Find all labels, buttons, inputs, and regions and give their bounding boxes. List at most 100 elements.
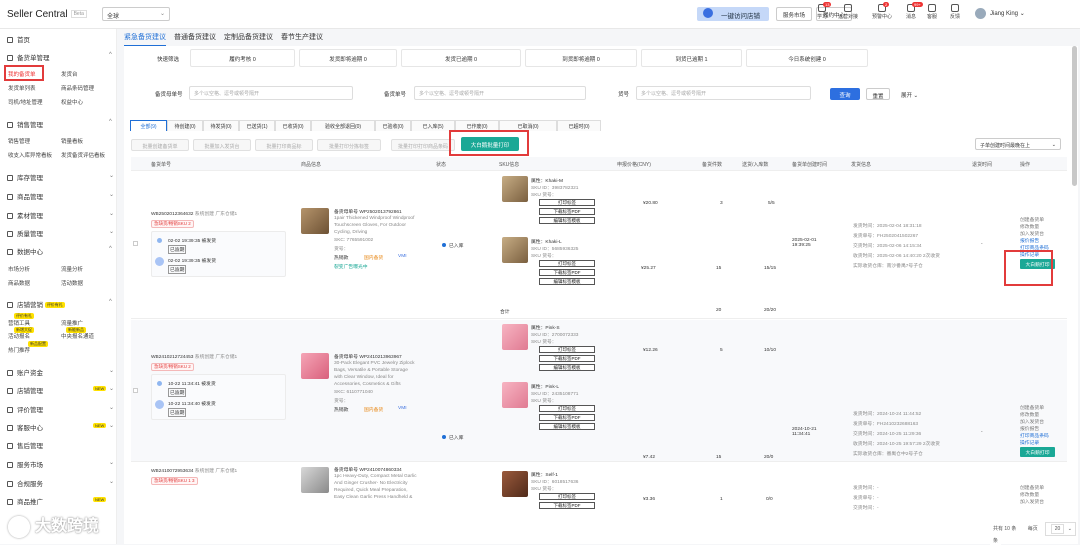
sidebar-item-activity-data[interactable]: 活动数据 (61, 279, 83, 287)
page-size-select[interactable]: 20 ⌄ (1044, 522, 1076, 536)
sidebar-item-barcode[interactable]: 商品条码管理 (61, 84, 94, 92)
sidebar-item-product-data[interactable]: 商品数据 (8, 279, 30, 287)
sidebar-group-ads[interactable]: 商品推广 NEW (7, 496, 107, 506)
print-label-button[interactable]: 打印标签 (539, 199, 595, 206)
edit-qty-link[interactable]: 修改数量 (1020, 223, 1039, 230)
edit-template-button[interactable]: 编辑标签模板 (539, 217, 595, 224)
batch-print-product-button[interactable]: 批量打印商品标 (255, 139, 313, 151)
sidebar-group-products[interactable]: 商品管理 ⌄ (7, 191, 114, 201)
reset-button[interactable]: 重置 (866, 88, 890, 100)
stat-today-created[interactable]: 今日系统创建 0 (746, 49, 868, 67)
message-icon[interactable]: 99+ 消息 (901, 2, 923, 20)
edit-template-button[interactable]: 编辑标签模板 (539, 364, 595, 371)
service-market-button[interactable]: 服务市场 (776, 7, 812, 21)
ops-connect-icon[interactable]: 运营对接 (838, 4, 858, 20)
sidebar-item-ship-desk[interactable]: 发货台 (61, 70, 78, 78)
print-label-button[interactable]: 打印标签 (539, 346, 595, 353)
product-image[interactable] (301, 467, 329, 493)
region-select[interactable]: 全球 ⌄ (102, 7, 170, 21)
order-id[interactable]: WB2410072953634 (151, 469, 193, 474)
sidebar-item-tools[interactable]: 营销工具 (8, 319, 30, 327)
print-label-button[interactable]: 打印标签 (539, 405, 595, 412)
sidebar-group-aftersale[interactable]: 售后管理 (7, 440, 43, 450)
add-desk-link[interactable]: 加入发货台 (1020, 230, 1044, 237)
stat-assessment[interactable]: 履约考核 0 (190, 49, 295, 67)
product-id[interactable]: 备货母单号 WP2410213963967 (334, 353, 402, 360)
sidebar-group-account[interactable]: 账户资金 ⌄ (7, 367, 114, 377)
user-menu[interactable]: Jiang King ⌄ (975, 8, 1025, 19)
sidebar-item-hot[interactable]: 热门推荐 (8, 346, 30, 354)
tab-custom[interactable]: 定制品备货建议 (224, 32, 273, 45)
product-image[interactable] (301, 208, 329, 234)
sidebar-item-central-signup[interactable]: 中央报名通道 (61, 332, 94, 340)
sidebar-group-quality[interactable]: 质量管理 ⌄ (7, 228, 114, 238)
sidebar-item-traffic[interactable]: 流量分析 (61, 265, 83, 273)
sidebar-item-sales-board[interactable]: 销量看板 (61, 137, 83, 145)
sidebar-item-market[interactable]: 市场分析 (8, 265, 30, 273)
sort-select[interactable]: 子单创建时间最晚在上 ⌄ (975, 138, 1061, 150)
download-pdf-button[interactable]: 下载标签PDF (539, 502, 595, 509)
print-label-button[interactable]: 打印标签 (539, 493, 595, 500)
sidebar-group-stock[interactable]: 备货单管理 ^ (7, 52, 112, 62)
report-link[interactable]: 报价报告 (1020, 425, 1039, 432)
status-tab-shipped[interactable]: 已送货(1) (239, 120, 275, 131)
sku-no-input[interactable]: 多个以空格、逗号或顿号隔开 (636, 86, 811, 100)
download-pdf-button[interactable]: 下载标签PDF (539, 269, 595, 276)
sidebar-group-cs[interactable]: 客服中心 NEW ⌄ (7, 422, 114, 432)
tab-urgent[interactable]: 紧急备货建议 (124, 32, 166, 46)
sidebar-group-sales[interactable]: 销售管理 ^ (7, 119, 112, 129)
product-image[interactable] (301, 353, 329, 379)
stat-arrive-soon-overdue[interactable]: 到货即将逾期 0 (525, 49, 637, 67)
add-desk-link[interactable]: 加入发货台 (1020, 498, 1044, 505)
download-pdf-button[interactable]: 下载标签PDF (539, 355, 595, 362)
tab-normal[interactable]: 普通备货建议 (174, 32, 216, 45)
sidebar-item-driver[interactable]: 司机/地址管理 (8, 98, 43, 106)
edit-qty-link[interactable]: 修改数量 (1020, 411, 1039, 418)
customer-service-icon[interactable]: 客服 (922, 4, 942, 20)
product-id[interactable]: 备货母单号 WP2502013792861 (334, 208, 402, 215)
feedback-icon[interactable]: 反馈 (945, 4, 965, 20)
query-button[interactable]: 查询 (830, 88, 860, 100)
add-desk-link[interactable]: 加入发货台 (1020, 418, 1044, 425)
order-no-input[interactable]: 多个以空格、逗号或顿号隔开 (189, 86, 353, 100)
batch-add-desk-button[interactable]: 批量加入发货台 (193, 139, 251, 151)
sidebar-item-sales[interactable]: 销售管理 (8, 137, 30, 145)
sub-order-input[interactable]: 多个以空格、逗号或顿号隔开 (414, 86, 586, 100)
sidebar-group-reviews[interactable]: 评价管理 ⌄ (7, 404, 114, 414)
status-tab-timeout[interactable]: 已超时(0) (557, 120, 601, 131)
scrollbar[interactable] (1072, 46, 1077, 186)
batch-print-barcode-button[interactable]: 批量打印打印商品条码 (391, 139, 455, 151)
order-id[interactable]: WB2410212724453 (151, 355, 193, 360)
status-tab-inspected[interactable]: 已验收(0) (375, 120, 411, 131)
sidebar-group-compliance[interactable]: 合规服务 ⌄ (7, 478, 114, 488)
report-link[interactable]: 报价报告 (1020, 237, 1039, 244)
log-link[interactable]: 操作记录 (1020, 439, 1039, 446)
batch-print-sort-button[interactable]: 批量打印分拣标签 (317, 139, 381, 151)
sidebar-group-data[interactable]: 数据中心 ^ (7, 246, 112, 256)
learn-icon[interactable]: 13 学习 (812, 2, 832, 20)
sidebar-item-ship-eval[interactable]: 发货备货评估看板 (61, 151, 105, 159)
sidebar-item-promo[interactable]: 流量推广 (61, 319, 83, 327)
download-pdf-button[interactable]: 下载标签PDF (539, 414, 595, 421)
sidebar-group-inventory[interactable]: 库存管理 ⌄ (7, 172, 114, 182)
create-order-link[interactable]: 创建备货单 (1020, 404, 1044, 411)
expand-toggle[interactable]: 展开 ⌄ (901, 91, 918, 99)
stat-ship-soon-overdue[interactable]: 发货即将逾期 0 (299, 49, 397, 67)
sidebar-item-inout-board[interactable]: 收支入库异常看板 (8, 151, 52, 159)
status-tab-received[interactable]: 已收货(0) (275, 120, 311, 131)
app-logo[interactable]: Seller Central Beta (7, 9, 87, 20)
sidebar-item-rights[interactable]: 权益中心 (61, 98, 83, 106)
product-id[interactable]: 备货母单号 WP2410074860334 (334, 466, 402, 473)
print-label-button[interactable]: 打印标签 (539, 260, 595, 267)
sidebar-item-ship-list[interactable]: 发货单列表 (8, 84, 36, 92)
create-order-link[interactable]: 创建备货单 (1020, 216, 1044, 223)
status-tab-all[interactable]: 全部(9) (130, 120, 167, 131)
row-checkbox[interactable] (133, 241, 138, 246)
batch-create-button[interactable]: 批量创建备货单 (131, 139, 189, 151)
edit-template-button[interactable]: 编辑标签模板 (539, 423, 595, 430)
big-print-button[interactable]: 大白鹅打印 (1020, 447, 1055, 457)
status-tab-returned[interactable]: 验收全部退回(0) (311, 120, 375, 131)
sidebar-group-service-market[interactable]: 服务市场 ⌄ (7, 459, 114, 469)
row-checkbox[interactable] (133, 388, 138, 393)
order-id[interactable]: WB2502012364632 (151, 212, 193, 217)
